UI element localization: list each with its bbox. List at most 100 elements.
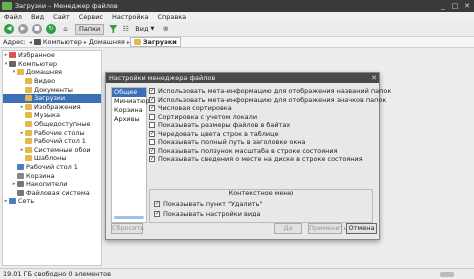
tree-item-favorites[interactable]: ▸ Избранное: [3, 51, 101, 60]
window-title: Загрузки – Менеджер файлов: [15, 2, 118, 10]
option-row[interactable]: ✓ Числовая сортировка: [149, 104, 377, 113]
address-label: Адрес:: [3, 38, 26, 46]
back-icon[interactable]: ◀: [4, 24, 14, 34]
section-thumbnails[interactable]: Миниатюры: [112, 97, 155, 106]
option-row[interactable]: ✓ Показывать ползунок масштаба в строке с…: [149, 147, 377, 156]
tree-item-documents[interactable]: Документы: [3, 85, 101, 94]
settings-general-panel: ✓ Использовать мета-информацию для отобра…: [149, 87, 391, 223]
tree-item-computer[interactable]: ▾ Компьютер: [3, 60, 101, 69]
option-row[interactable]: ✓ Использовать мета-информацию для отобра…: [149, 87, 391, 96]
apply-button[interactable]: Применить: [308, 223, 347, 234]
tree-item-downloads[interactable]: Загрузки: [3, 93, 101, 103]
option-row[interactable]: ✓ Использовать мета-информацию для отобра…: [149, 96, 386, 105]
address-bar: Адрес: ◂ Компьютер ▸ Домашняя ▸ Загрузки: [0, 37, 474, 48]
option-row[interactable]: ✓ Чередовать цвета строк в таблице: [149, 130, 377, 139]
close-icon[interactable]: ✕: [371, 74, 377, 82]
tree-item-desktops[interactable]: ▸ Рабочие столы: [3, 128, 101, 137]
reload-icon[interactable]: ↻: [46, 24, 56, 34]
option-row[interactable]: Сортировка с учетом локали: [149, 113, 377, 122]
menu-site[interactable]: Сайт: [53, 13, 70, 21]
breadcrumb-home[interactable]: Домашняя: [87, 38, 127, 46]
zoom-icon[interactable]: ⊕: [160, 24, 171, 34]
option-row[interactable]: Показывать размеры файлов в байтах: [149, 121, 377, 130]
tree-item-templates[interactable]: Шаблоны: [3, 154, 101, 163]
section-archives[interactable]: Архивы: [112, 115, 146, 124]
folder-icon: [25, 155, 32, 162]
checkbox[interactable]: ✓: [149, 105, 155, 112]
dialog-title-bar: Настройки менеджера файлов: [106, 73, 379, 83]
tree-item-drives[interactable]: ▸ Накопители: [3, 180, 101, 189]
drive-icon: [17, 189, 24, 196]
tree-item-public[interactable]: Общедоступные: [3, 120, 101, 129]
status-text: 19.01 ГБ свободно 0 элементов: [3, 270, 111, 278]
folder-icon: [25, 95, 32, 102]
forward-icon[interactable]: ▶: [18, 24, 28, 34]
checkbox[interactable]: ✓: [154, 211, 160, 218]
checkbox[interactable]: [149, 139, 155, 146]
option-row[interactable]: ✓ Показывать настройки вида: [154, 210, 261, 219]
checkbox[interactable]: ✓: [149, 88, 155, 95]
folder-icon: [25, 121, 32, 128]
folder-tree[interactable]: ▸ Избранное ▾ Компьютер ▾ Домашняя Видео До…: [2, 50, 102, 266]
tree-item-wallpapers[interactable]: ▸ Системные обои: [3, 146, 101, 155]
checkbox[interactable]: [149, 122, 155, 129]
section-general[interactable]: Общее: [112, 88, 146, 97]
tree-item-video[interactable]: Видео: [3, 77, 101, 86]
option-row[interactable]: Показывать полный путь в заголовке окна: [149, 138, 377, 147]
breadcrumb-downloads[interactable]: Загрузки: [129, 37, 181, 47]
tree-item-desktop-1[interactable]: Рабочий стол 1: [3, 137, 101, 146]
title-bar: Загрузки – Менеджер файлов _ □ ✕: [0, 0, 474, 12]
view-button-label: Вид: [135, 25, 149, 33]
checkbox[interactable]: [149, 113, 155, 120]
sections-scrollbar[interactable]: [114, 216, 144, 219]
status-bar: 19.01 ГБ свободно 0 элементов: [0, 268, 474, 279]
network-icon: [9, 198, 16, 205]
desktop-icon: [17, 164, 24, 171]
zoom-slider[interactable]: [440, 272, 454, 277]
cancel-button[interactable]: Отмена: [346, 223, 377, 234]
folder-icon: [25, 138, 32, 145]
trash-icon: [17, 172, 24, 179]
folder-icon: [25, 103, 32, 110]
star-icon: [9, 52, 16, 59]
tree-item-network[interactable]: ▸ Сеть: [3, 197, 101, 206]
menu-settings[interactable]: Настройка: [112, 13, 148, 21]
view-list-icon[interactable]: ☷: [120, 24, 131, 34]
ok-button[interactable]: Да: [274, 223, 302, 234]
menu-file[interactable]: Файл: [4, 13, 22, 21]
minimize-icon[interactable]: _: [438, 1, 448, 11]
checkbox[interactable]: ✓: [149, 96, 155, 103]
toolbar: ◀ ▶ ■ ↻ ⌂ Папки ☷ Вид ▼ ⊕: [0, 22, 474, 37]
section-trash[interactable]: Корзина: [112, 106, 146, 115]
tree-item-trash[interactable]: Корзина: [3, 171, 101, 180]
context-menu-group: Контекстное меню ✓ Показывать пункт "Удал…: [149, 189, 373, 223]
checkbox[interactable]: ✓: [149, 147, 155, 154]
reset-button[interactable]: Сбросить: [111, 223, 144, 234]
menu-tools[interactable]: Сервис: [79, 13, 103, 21]
tree-item-desktop[interactable]: Рабочий стол 1: [3, 163, 101, 172]
tree-item-music[interactable]: Музыка: [3, 111, 101, 120]
stop-icon[interactable]: ■: [32, 24, 42, 34]
folders-button-label: Папки: [79, 25, 101, 33]
maximize-icon[interactable]: □: [450, 1, 460, 11]
folders-button[interactable]: Папки: [75, 23, 105, 35]
view-button[interactable]: Вид ▼: [135, 25, 154, 33]
settings-dialog: Настройки менеджера файлов ✕ Общее Миниа…: [105, 72, 391, 240]
app-icon: [2, 2, 12, 10]
filter-icon[interactable]: [109, 25, 118, 33]
option-row[interactable]: ✓ Показывать сведения о месте на диске в …: [149, 155, 377, 164]
folder-icon: [25, 78, 32, 85]
drive-icon: [17, 181, 24, 188]
tree-item-filesystem[interactable]: Файловая система: [3, 189, 101, 198]
checkbox[interactable]: ✓: [154, 201, 160, 208]
close-icon[interactable]: ✕: [462, 1, 472, 11]
home-icon[interactable]: ⌂: [60, 24, 71, 34]
menu-view[interactable]: Вид: [31, 13, 44, 21]
option-row[interactable]: ✓ Показывать пункт "Удалить": [154, 200, 262, 209]
tree-item-images[interactable]: ▸ Изображения: [3, 103, 101, 112]
tree-item-home[interactable]: ▾ Домашняя: [3, 68, 101, 77]
checkbox[interactable]: ✓: [149, 130, 155, 137]
breadcrumb-computer[interactable]: Компьютер: [32, 38, 84, 46]
menu-help[interactable]: Справка: [157, 13, 186, 21]
checkbox[interactable]: ✓: [149, 156, 155, 163]
